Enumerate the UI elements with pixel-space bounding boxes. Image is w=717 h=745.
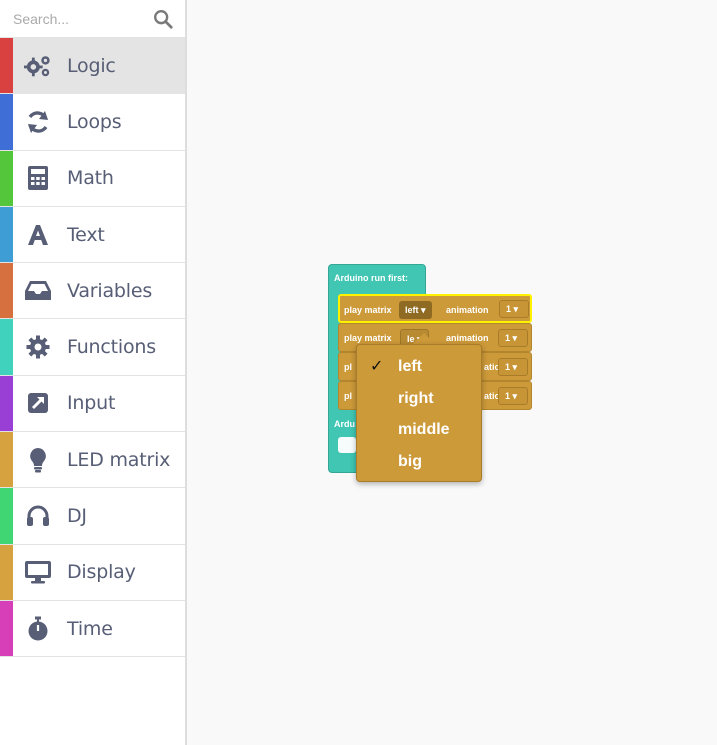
hat-block-title: Arduino run first: xyxy=(334,273,408,283)
option-right[interactable]: right xyxy=(357,383,481,415)
category-dj[interactable]: DJ xyxy=(0,488,185,545)
block-text: pl xyxy=(344,391,352,401)
category-color-bar xyxy=(0,38,13,94)
animation-number-dropdown[interactable]: 1 ▾ xyxy=(498,329,528,347)
category-color-bar xyxy=(0,150,13,206)
block-text: animation xyxy=(446,333,489,343)
category-label: Math xyxy=(67,167,114,190)
search-input[interactable] xyxy=(0,0,150,38)
animation-number-dropdown[interactable]: 1 ▾ xyxy=(498,358,528,376)
caret-down-icon: ▾ xyxy=(421,305,426,315)
headphones-icon xyxy=(24,502,52,530)
category-loops[interactable]: Loops xyxy=(0,94,185,151)
category-label: Input xyxy=(67,392,116,415)
block-text: animation xyxy=(446,305,489,315)
category-label: DJ xyxy=(67,505,87,528)
block-text: play matrix xyxy=(344,305,392,315)
refresh-icon xyxy=(24,108,52,136)
category-label: Functions xyxy=(67,336,156,359)
category-color-bar xyxy=(0,263,13,319)
dropdown-value: left xyxy=(405,305,419,315)
search-icon[interactable] xyxy=(152,8,174,30)
option-label: middle xyxy=(398,421,450,438)
category-label: LED matrix xyxy=(67,448,171,471)
search-box xyxy=(0,0,185,38)
external-arrow-icon xyxy=(24,389,52,417)
animation-number-dropdown[interactable]: 1 ▾ xyxy=(498,387,528,405)
category-color-bar xyxy=(0,319,13,375)
category-label: Time xyxy=(67,617,113,640)
calculator-icon xyxy=(24,164,52,192)
matrix-dropdown-menu: ✓ left right middle big xyxy=(356,344,482,482)
caret-down-icon: ▾ xyxy=(512,362,518,372)
category-color-bar xyxy=(0,206,13,263)
category-text[interactable]: Text xyxy=(0,206,185,264)
toolbox-sidebar: Logic Loops Math xyxy=(0,0,187,745)
dropdown-value: 1 xyxy=(505,333,511,343)
category-logic[interactable]: Logic xyxy=(0,38,185,95)
play-matrix-block-selected[interactable]: play matrix left ▾ animation 1 ▾ xyxy=(338,294,532,323)
gears-icon xyxy=(24,52,52,80)
matrix-dropdown[interactable]: left ▾ xyxy=(399,301,432,319)
option-middle[interactable]: middle xyxy=(357,414,481,446)
category-variables[interactable]: Variables xyxy=(0,263,185,320)
category-label: Display xyxy=(67,561,136,584)
category-math[interactable]: Math xyxy=(0,150,185,207)
caret-down-icon: ▾ xyxy=(513,304,519,314)
category-color-bar xyxy=(0,94,13,150)
monitor-icon xyxy=(24,558,52,586)
category-label: Loops xyxy=(67,110,122,133)
block-text: play matrix xyxy=(344,333,392,343)
gear-icon xyxy=(24,333,52,361)
option-label: left xyxy=(398,358,422,375)
empty-statement-slot xyxy=(338,437,356,453)
block-text: pl xyxy=(344,362,352,372)
dropdown-value: 1 xyxy=(505,391,511,401)
option-left[interactable]: ✓ left xyxy=(357,351,481,383)
category-label: Logic xyxy=(67,54,116,77)
category-color-bar xyxy=(0,432,13,488)
loop-block-title: Ardu xyxy=(334,419,355,429)
category-led-matrix[interactable]: LED matrix xyxy=(0,432,185,489)
category-color-bar xyxy=(0,375,13,432)
option-label: big xyxy=(398,452,422,470)
lightbulb-icon xyxy=(24,446,52,474)
dropdown-value: 1 xyxy=(506,304,512,314)
category-display[interactable]: Display xyxy=(0,544,185,601)
inbox-icon xyxy=(24,277,52,305)
category-input[interactable]: Input xyxy=(0,375,185,433)
stopwatch-icon xyxy=(24,615,52,643)
checkmark-icon: ✓ xyxy=(370,358,384,375)
caret-down-icon: ▾ xyxy=(512,333,518,343)
category-color-bar xyxy=(0,488,13,544)
caret-down-icon: ▾ xyxy=(512,391,518,401)
option-big[interactable]: big xyxy=(357,446,481,478)
option-label: right xyxy=(398,389,434,407)
category-label: Variables xyxy=(67,279,153,302)
category-color-bar xyxy=(0,544,13,600)
category-color-bar xyxy=(0,600,13,657)
dropdown-value: 1 xyxy=(505,362,511,372)
category-time[interactable]: Time xyxy=(0,600,185,658)
font-icon xyxy=(24,221,52,249)
category-label: Text xyxy=(67,223,105,246)
animation-number-dropdown[interactable]: 1 ▾ xyxy=(499,300,529,318)
category-functions[interactable]: Functions xyxy=(0,319,185,376)
